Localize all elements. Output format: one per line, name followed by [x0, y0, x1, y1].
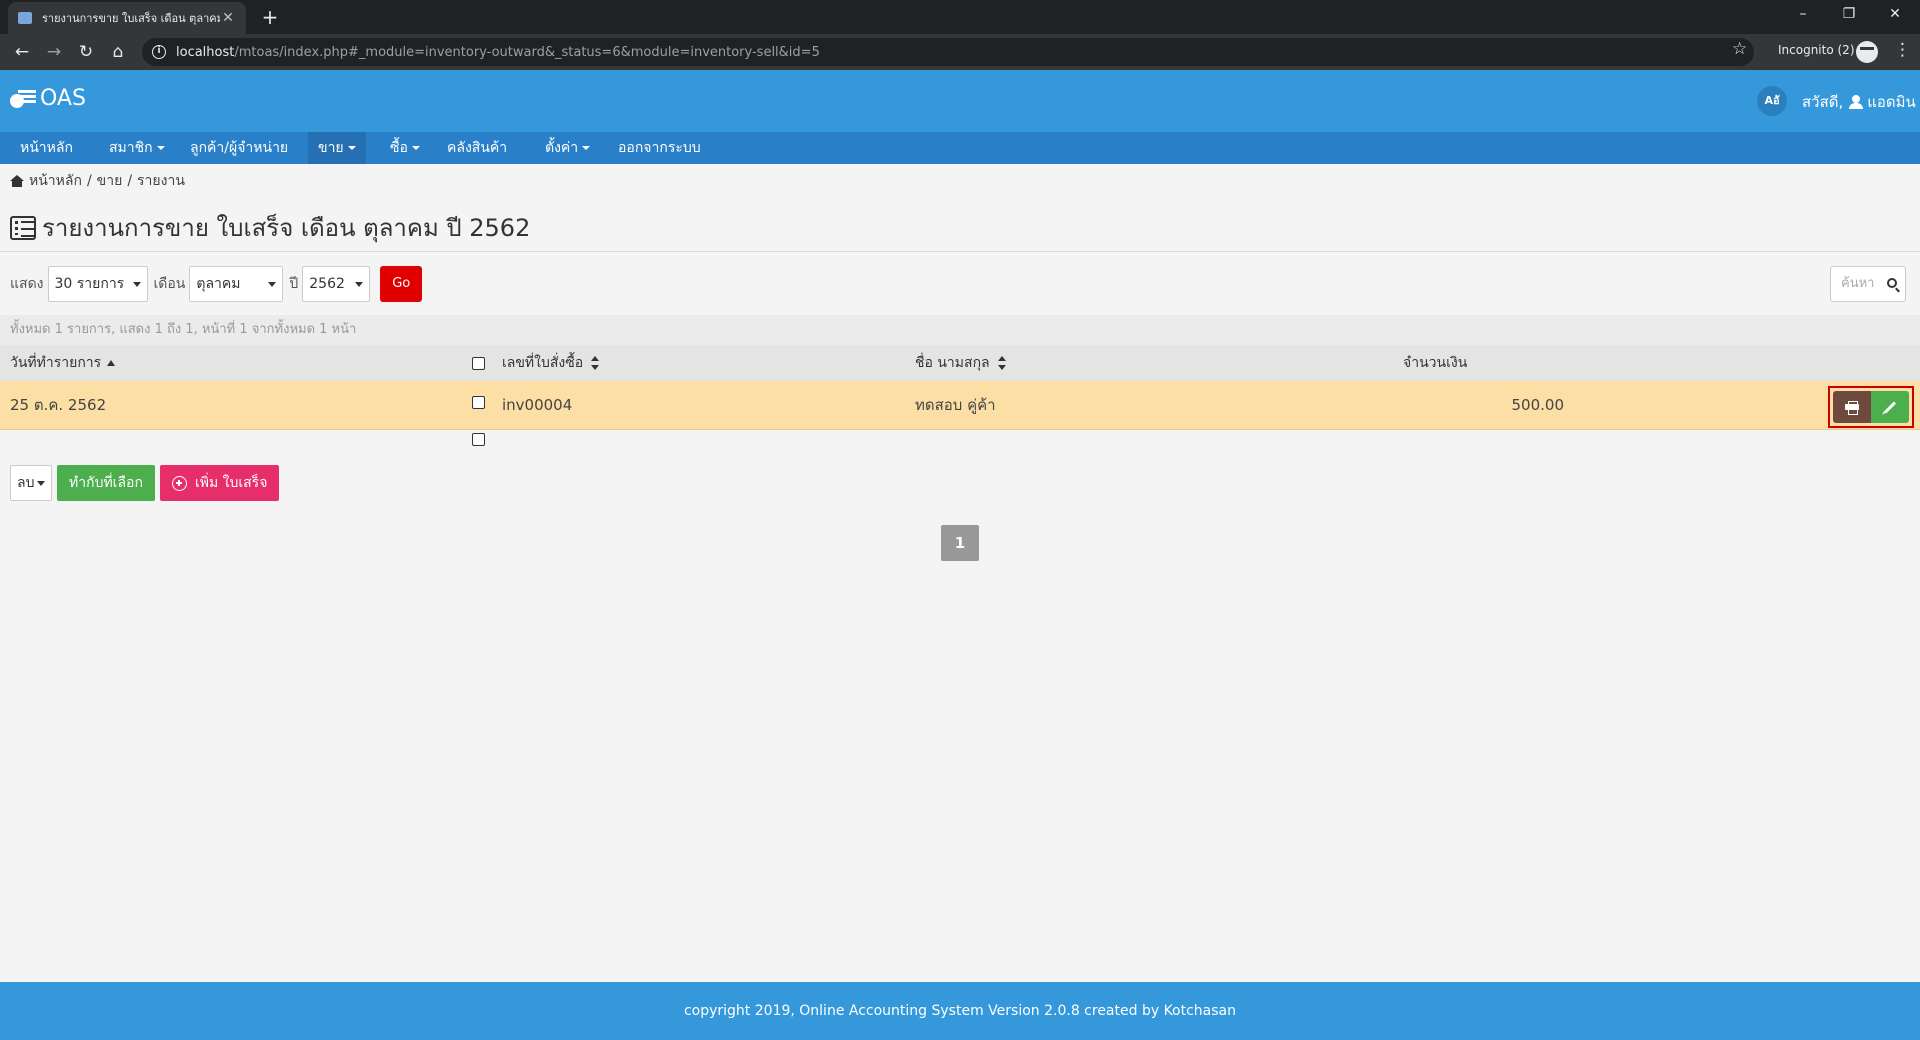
app-header: OAS Aอั สวัสดี, แอดมิน: [0, 70, 1920, 132]
show-label: แสดง: [10, 276, 44, 292]
browser-menu-icon[interactable]: ⋮: [1894, 40, 1911, 60]
browser-tab[interactable]: รายงานการขาย ใบเสร็จ เดือน ตุลาคม ปี 256…: [8, 2, 246, 34]
user-icon: [1849, 95, 1864, 109]
col-date[interactable]: วันที่ทำรายการ: [10, 345, 116, 381]
greeting-text: สวัสดี,: [1802, 93, 1844, 111]
username: แอดมิน: [1867, 93, 1916, 111]
table-header: วันที่ทำรายการ เลขที่ใบสั่งซื้อ ชื่อ นาม…: [0, 345, 1920, 381]
go-button[interactable]: Go: [380, 266, 423, 302]
bulk-action-select[interactable]: ลบ: [10, 465, 52, 501]
reload-icon[interactable]: ↻: [74, 40, 98, 64]
browser-toolbar: ← → ↻ ⌂ i localhost/mtoas/index.php#_mod…: [0, 34, 1920, 70]
back-icon[interactable]: ←: [10, 40, 34, 64]
browser-tabstrip: รายงานการขาย ใบเสร็จ เดือน ตุลาคม ปี 256…: [0, 0, 1920, 34]
col-order-no[interactable]: เลขที่ใบสั่งซื้อ: [502, 345, 600, 381]
page-size-select[interactable]: 30 รายการ: [47, 266, 148, 302]
logo-text: OAS: [40, 86, 86, 111]
language-button[interactable]: Aอั: [1757, 86, 1787, 116]
breadcrumb-separator: /: [86, 173, 92, 189]
page-title: รายงานการขาย ใบเสร็จ เดือน ตุลาคม ปี 256…: [10, 208, 530, 247]
money-icon: [10, 88, 36, 110]
month-label: เดือน: [153, 276, 186, 292]
tab-title: รายงานการขาย ใบเสร็จ เดือน ตุลาคม ปี 256…: [42, 12, 220, 25]
tab-close-icon[interactable]: ✕: [220, 10, 236, 26]
sort-icon: [997, 356, 1006, 370]
bulk-actions: ลบ ทำกับที่เลือก เพิ่ม ใบเสร็จ: [10, 465, 280, 501]
dropdown-arrow-icon: [37, 481, 45, 486]
dropdown-arrow-icon: [355, 282, 364, 287]
url-path: /mtoas/index.php#_module=inventory-outwa…: [234, 44, 820, 60]
new-tab-icon[interactable]: +: [258, 5, 282, 29]
main-nav: หน้าหลัก สมาชิก ลูกค้า/ผู้จำหน่าย ขาย ซื…: [0, 132, 1920, 164]
breadcrumb-separator: /: [127, 173, 133, 189]
sort-icon: [591, 356, 600, 370]
nav-members[interactable]: สมาชิก: [103, 132, 171, 164]
cell-date: 25 ต.ค. 2562: [10, 396, 107, 414]
apply-selected-button[interactable]: ทำกับที่เลือก: [57, 465, 155, 501]
nav-logout[interactable]: ออกจากระบบ: [612, 132, 707, 164]
user-greeting[interactable]: สวัสดี, แอดมิน: [1802, 90, 1916, 114]
footer-select-checkbox[interactable]: [472, 433, 485, 446]
add-receipt-button[interactable]: เพิ่ม ใบเสร็จ: [159, 465, 280, 501]
dropdown-arrow-icon: [268, 282, 277, 287]
caret-down-icon: [156, 146, 165, 150]
caret-down-icon: [347, 146, 356, 150]
address-bar[interactable]: i localhost/mtoas/index.php#_module=inve…: [142, 38, 1754, 66]
table-row: 25 ต.ค. 2562 inv00004 ทดสอบ คู่ค้า 500.0…: [0, 381, 1920, 430]
breadcrumb-sales[interactable]: ขาย: [97, 170, 123, 192]
nav-settings[interactable]: ตั้งค่า: [539, 132, 596, 164]
divider: [0, 251, 1920, 252]
caret-down-icon: [582, 146, 591, 150]
sort-asc-icon: [107, 360, 116, 366]
site-info-icon[interactable]: i: [152, 45, 166, 59]
result-summary: ทั้งหมด 1 รายการ, แสดง 1 ถึง 1, หน้าที่ …: [0, 315, 1920, 345]
year-select[interactable]: 2562: [302, 266, 371, 302]
list-icon: [10, 215, 36, 240]
cell-amount: 500.00: [1511, 396, 1565, 414]
row-actions: [1828, 386, 1914, 428]
incognito-label: Incognito (2): [1778, 43, 1855, 57]
edit-button[interactable]: [1871, 391, 1909, 423]
breadcrumb: หน้าหลัก / ขาย / รายงาน: [10, 170, 185, 192]
nav-customers[interactable]: ลูกค้า/ผู้จำหน่าย: [184, 132, 294, 164]
home-icon[interactable]: ⌂: [106, 40, 130, 64]
app-logo[interactable]: OAS: [10, 86, 86, 111]
forward-icon[interactable]: →: [42, 40, 66, 64]
search-icon[interactable]: [1887, 278, 1897, 288]
row-checkbox[interactable]: [472, 396, 485, 409]
url-host: localhost: [176, 44, 235, 60]
restore-icon[interactable]: ❐: [1826, 0, 1872, 30]
minimize-icon[interactable]: –: [1780, 0, 1826, 30]
footer: copyright 2019, Online Accounting System…: [0, 982, 1920, 1040]
print-icon: [1845, 401, 1859, 415]
plus-circle-icon: [171, 475, 187, 491]
breadcrumb-home[interactable]: หน้าหลัก: [29, 170, 82, 192]
search-input[interactable]: ค้นหา: [1830, 266, 1906, 302]
tab-favicon-icon: [18, 12, 32, 24]
home-icon: [10, 175, 24, 187]
dropdown-arrow-icon: [132, 282, 141, 287]
filter-bar: แสดง 30 รายการ เดือน ตุลาคม ปี 2562 Go: [10, 266, 423, 302]
incognito-icon[interactable]: [1856, 41, 1878, 63]
page-1-button[interactable]: 1: [941, 525, 979, 561]
month-select[interactable]: ตุลาคม: [189, 266, 284, 302]
pencil-icon: [1883, 400, 1897, 414]
year-label: ปี: [289, 276, 299, 292]
col-name[interactable]: ชื่อ นามสกุล: [915, 345, 1006, 381]
caret-down-icon: [411, 146, 420, 150]
nav-warehouse[interactable]: คลังสินค้า: [441, 132, 513, 164]
page-title-text: รายงานการขาย ใบเสร็จ เดือน ตุลาคม ปี 256…: [42, 214, 531, 242]
bookmark-star-icon[interactable]: ☆: [1732, 39, 1747, 59]
col-amount: จำนวนเงิน: [1403, 355, 1468, 371]
print-button[interactable]: [1833, 391, 1871, 423]
cell-order-no: inv00004: [502, 396, 573, 414]
nav-home[interactable]: หน้าหลัก: [14, 132, 79, 164]
close-window-icon[interactable]: ✕: [1872, 0, 1918, 30]
nav-sales[interactable]: ขาย: [308, 132, 366, 164]
nav-purchase[interactable]: ซื้อ: [384, 132, 426, 164]
select-all-checkbox[interactable]: [472, 357, 485, 370]
breadcrumb-report: รายงาน: [137, 173, 185, 189]
cell-name: ทดสอบ คู่ค้า: [915, 396, 996, 414]
